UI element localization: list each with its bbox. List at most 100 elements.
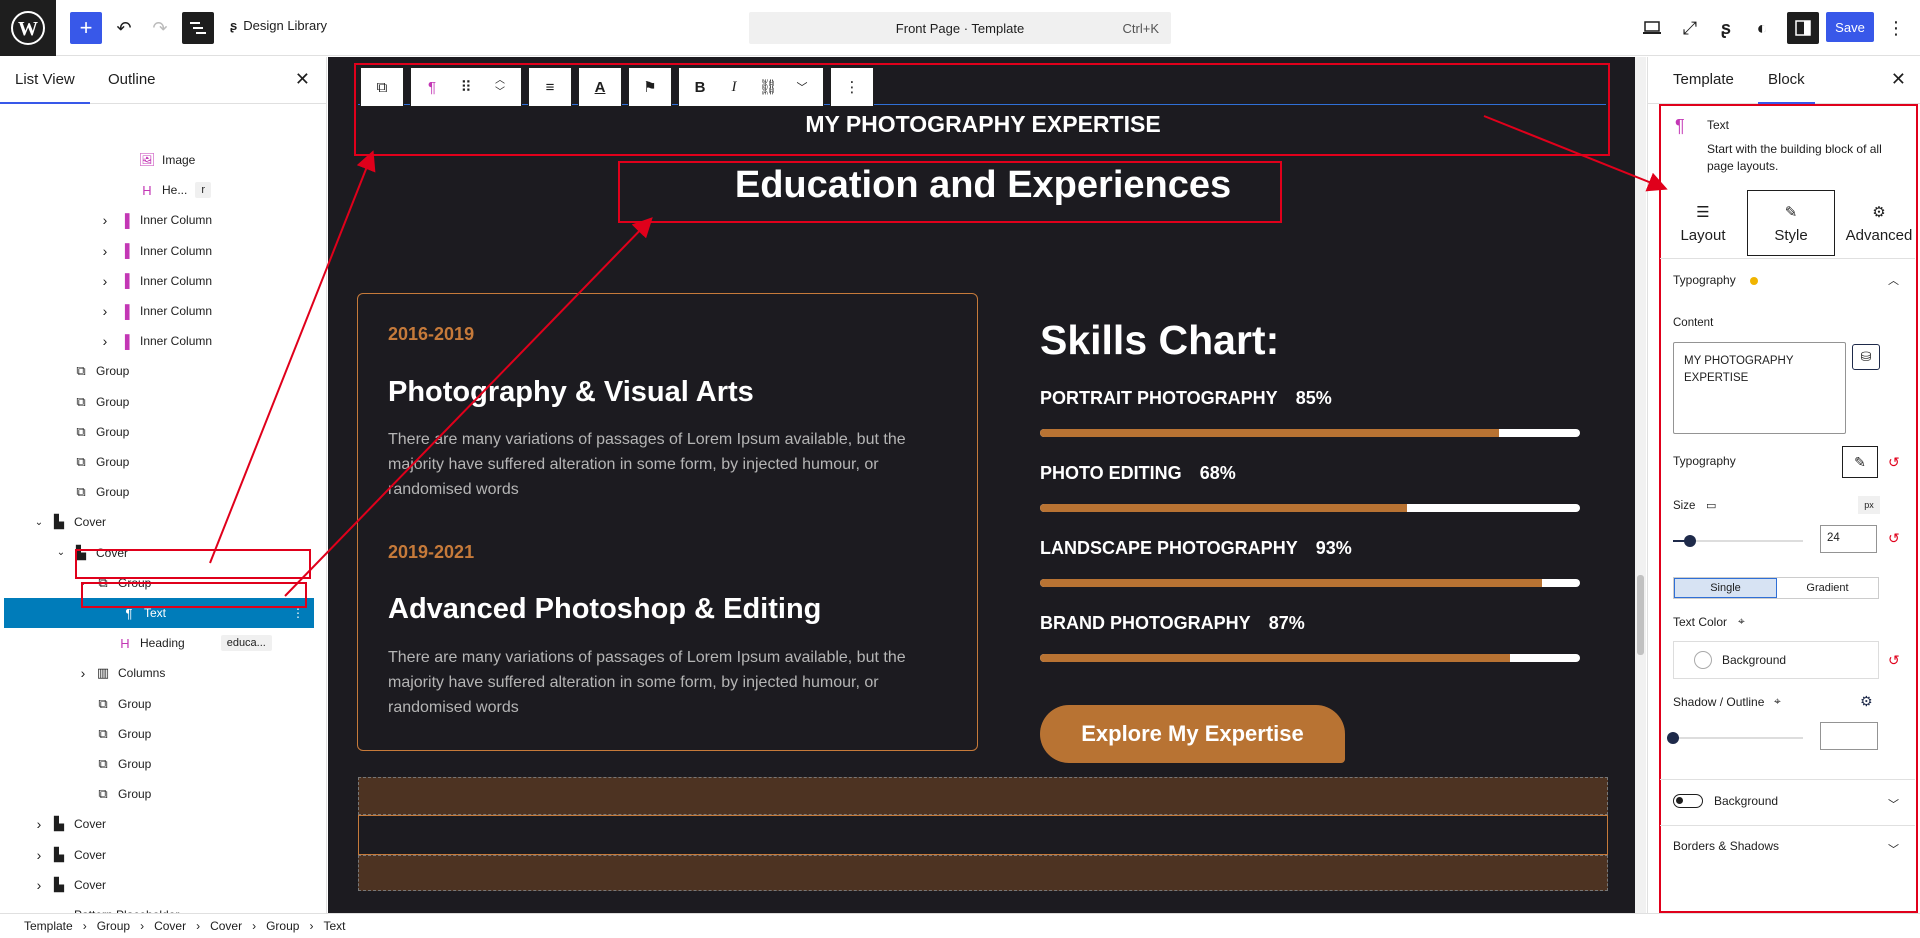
bold-icon[interactable]: B [683, 70, 717, 104]
more-options-icon[interactable]: ⋮ [292, 606, 304, 620]
tree-item-group[interactable]: ⧉ Group [0, 477, 326, 507]
options-menu-icon[interactable]: ⋮ [1880, 12, 1912, 44]
contrast-icon[interactable]: ◐ [1746, 12, 1778, 44]
tab-layout[interactable]: ☰ Layout [1659, 190, 1747, 256]
tree-item-group[interactable]: ⧉ Group [0, 689, 326, 719]
chevron-right-icon[interactable]: › [98, 333, 112, 349]
tab-template[interactable]: Template [1673, 71, 1734, 88]
tab-block[interactable]: Block [1758, 71, 1815, 104]
content-textarea[interactable]: MY PHOTOGRAPHY EXPERTISE [1673, 342, 1846, 434]
tree-item-group[interactable]: ⧉ Group [0, 356, 326, 386]
shadow-input[interactable] [1820, 722, 1878, 750]
paragraph-icon[interactable]: ¶ [415, 70, 449, 104]
tree-item-columns[interactable]: › ▥ Columns [0, 658, 326, 688]
select-parent-icon[interactable]: ⧉ [365, 70, 399, 104]
breadcrumb-item[interactable]: Group [266, 919, 299, 933]
placeholder-block[interactable] [358, 855, 1608, 891]
tree-item-group[interactable]: ⧉ Group [0, 417, 326, 447]
shadow-slider[interactable] [1673, 737, 1803, 739]
undo-icon[interactable]: ↶ [108, 12, 140, 44]
add-block-button[interactable]: + [70, 12, 102, 44]
tab-style[interactable]: ✎ Style [1747, 190, 1835, 256]
chevron-down-icon[interactable]: ⌄ [76, 577, 90, 588]
tree-item-group[interactable]: ⧉ Group [0, 719, 326, 749]
reset-icon[interactable]: ↺ [1888, 454, 1900, 471]
size-slider-handle[interactable] [1684, 535, 1696, 547]
edit-typography-icon[interactable]: ✎ [1842, 446, 1878, 478]
chevron-down-icon[interactable]: ﹀ [785, 70, 819, 104]
drag-handle-icon[interactable]: ⠿ [449, 70, 483, 104]
text-color-picker[interactable]: Background [1673, 641, 1879, 679]
tree-item-group[interactable]: ⧉ Group [0, 387, 326, 417]
tree-item-inner-column[interactable]: › ▐ Inner Column [0, 236, 326, 266]
tree-item-pattern-placeholder[interactable]: ▭Pattern Placeholder [0, 900, 326, 913]
explore-expertise-button[interactable]: Explore My Expertise [1040, 705, 1345, 763]
settings-sidebar-icon[interactable] [1787, 12, 1819, 44]
gradient-option[interactable]: Gradient [1777, 578, 1878, 598]
canvas-scrollbar[interactable] [1635, 57, 1646, 913]
typography-section-title[interactable]: Typography [1673, 273, 1736, 287]
tree-item-cover[interactable]: › ▙ Cover [0, 809, 326, 839]
tree-item-group[interactable]: ⧉ Group [0, 447, 326, 477]
chevron-down-icon[interactable]: ﹀ [1888, 841, 1899, 857]
scrollbar-thumb[interactable] [1637, 575, 1644, 655]
chevron-right-icon[interactable]: › [32, 877, 46, 893]
close-icon[interactable]: ✕ [295, 69, 310, 90]
background-section-title[interactable]: Background [1714, 794, 1778, 808]
section-heading[interactable]: Education and Experiences [328, 164, 1635, 207]
dynamic-content-icon[interactable]: ⛁ [1852, 344, 1880, 370]
tree-item-text[interactable]: ¶ Text ⋮ [4, 598, 314, 628]
tree-item-he[interactable]: H He... r [0, 175, 326, 205]
chevron-down-icon[interactable]: ﹀ [1888, 796, 1899, 812]
breadcrumb-item[interactable]: Cover [210, 919, 242, 933]
more-options-icon[interactable]: ⋮ [835, 70, 869, 104]
chevron-down-icon[interactable]: ⌄ [32, 517, 46, 528]
tree-item-cover[interactable]: › ▙ Cover [0, 870, 326, 900]
align-center-icon[interactable]: ≡ [533, 70, 567, 104]
flag-icon[interactable]: ⚑ [633, 70, 667, 104]
document-overview-button[interactable] [182, 12, 214, 44]
chevron-right-icon[interactable]: › [98, 303, 112, 319]
tab-outline[interactable]: Outline [108, 71, 156, 88]
borders-section-title[interactable]: Borders & Shadows [1673, 839, 1779, 853]
design-library-button[interactable]: ʂ Design Library [230, 18, 327, 33]
tree-item-inner-column[interactable]: › ▐ Inner Column [0, 326, 326, 356]
fullscreen-icon[interactable]: ⤢ [1674, 12, 1706, 44]
link-icon[interactable]: ⛓ [751, 70, 785, 104]
tree-item-inner-column[interactable]: › ▐ Inner Column [0, 296, 326, 326]
tree-item-group[interactable]: ⧉ Group [0, 779, 326, 809]
italic-icon[interactable]: I [717, 70, 751, 104]
breadcrumb-item[interactable]: Template [24, 919, 73, 933]
tab-advanced[interactable]: ⚙ Advanced [1835, 190, 1920, 256]
background-toggle[interactable] [1673, 794, 1703, 808]
close-icon[interactable]: ✕ [1891, 69, 1906, 90]
breadcrumb-item[interactable]: Cover [154, 919, 186, 933]
size-input[interactable]: 24 [1820, 525, 1877, 553]
placeholder-block[interactable] [358, 815, 1608, 855]
desktop-icon[interactable]: ▭ [1706, 499, 1716, 512]
reset-icon[interactable]: ↺ [1888, 530, 1900, 547]
chevron-right-icon[interactable]: › [32, 816, 46, 832]
desktop-preview-icon[interactable] [1636, 12, 1668, 44]
tree-item-cover[interactable]: ⌄ ▙ Cover [0, 538, 326, 568]
reset-icon[interactable]: ↺ [1888, 652, 1900, 669]
gear-icon[interactable]: ⚙ [1860, 693, 1873, 710]
unit-selector[interactable]: px [1858, 496, 1880, 514]
tree-item-inner-column[interactable]: › ▐ Inner Column [0, 266, 326, 296]
chevron-up-icon[interactable]: ︿ [1888, 272, 1899, 288]
tree-item-cover[interactable]: ⌄ ▙ Cover [0, 507, 326, 537]
wordpress-logo-icon[interactable]: W [0, 0, 56, 56]
breadcrumb-item[interactable]: Group [97, 919, 130, 933]
hover-state-icon[interactable]: ⌖ [1738, 614, 1745, 629]
command-palette-bar[interactable]: Front Page · Template Ctrl+K [749, 12, 1171, 44]
chevron-right-icon[interactable]: › [98, 212, 112, 228]
move-up-down-icon[interactable]: ︿ ﹀ [483, 70, 517, 104]
hover-state-icon[interactable]: ⌖ [1774, 694, 1781, 709]
tree-item-heading[interactable]: H Heading educa... [0, 628, 326, 658]
tree-item-image[interactable]: 🖼 Image [0, 145, 326, 175]
redo-icon[interactable]: ↷ [144, 12, 176, 44]
breadcrumb-item[interactable]: Text [323, 919, 345, 933]
tree-item-inner-column[interactable]: › ▐ Inner Column [0, 205, 326, 235]
stackable-settings-icon[interactable]: ʂ [1710, 12, 1742, 44]
tree-item-group[interactable]: ⌄ ⧉ Group [0, 568, 326, 598]
